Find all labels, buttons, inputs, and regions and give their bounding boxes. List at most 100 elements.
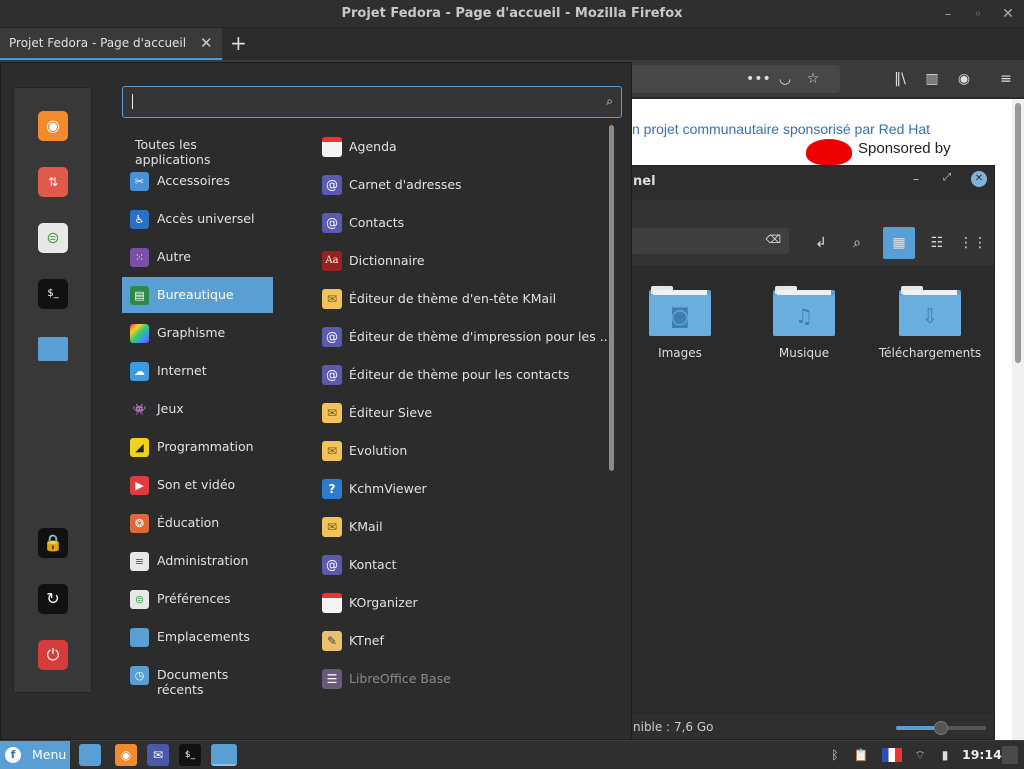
app-editeur-sieve[interactable]: ✉ Éditeur Sieve	[314, 395, 594, 431]
library-icon[interactable]: ‖\	[891, 70, 909, 88]
category-label: Documents récents	[157, 667, 229, 697]
clock[interactable]: 19:14	[962, 747, 1002, 762]
category-graphisme[interactable]: Graphisme	[122, 315, 273, 351]
wifi-icon[interactable]: ⌔	[911, 746, 929, 764]
app-carnet-adresses[interactable]: @ Carnet d'adresses	[314, 167, 594, 203]
office-icon: ▤	[130, 286, 149, 305]
settings-toggle-icon[interactable]: ⊜	[38, 223, 68, 253]
fm-close-icon[interactable]: ✕	[971, 171, 987, 187]
category-bureautique[interactable]: ▤ Bureautique	[122, 277, 273, 313]
fm-search-input[interactable]: ⌫	[631, 228, 789, 254]
files-icon[interactable]	[211, 744, 237, 766]
clear-search-icon[interactable]: ⌫	[765, 233, 781, 246]
category-programmation[interactable]: ◢ Programmation	[122, 429, 273, 465]
window-title: Projet Fedora - Page d'accueil - Mozilla…	[341, 6, 683, 21]
app-ktnef[interactable]: ✎ KTnef	[314, 623, 594, 659]
url-bar[interactable]: ••• ◡ ☆	[630, 65, 840, 93]
folder-downloads-icon: ⇩	[899, 286, 961, 338]
category-son-video[interactable]: ▶ Son et vidéo	[122, 467, 273, 503]
fm-minimize-icon[interactable]: –	[913, 172, 919, 186]
mail-icon: ✉	[322, 517, 342, 537]
menu-button[interactable]: f Menu	[0, 741, 70, 769]
redhat-logo	[806, 139, 852, 165]
maximize-icon[interactable]: ◦	[968, 4, 988, 24]
clipboard-icon[interactable]: 📋	[852, 746, 870, 764]
app-agenda[interactable]: Agenda	[314, 129, 594, 165]
files-icon[interactable]	[79, 744, 101, 766]
bluetooth-icon[interactable]: ᛒ	[826, 746, 844, 764]
folder-downloads[interactable]: ⇩ Téléchargements	[869, 286, 991, 360]
category-all[interactable]: Toutes les applications	[122, 127, 273, 167]
lock-icon[interactable]: 🔒	[38, 528, 68, 558]
app-evolution[interactable]: ✉ Evolution	[314, 433, 594, 469]
pocket-icon[interactable]: ◡	[776, 70, 794, 88]
fm-maximize-icon[interactable]: ⤢	[943, 172, 951, 183]
location-toggle-icon[interactable]: ↲	[805, 227, 837, 259]
category-accessoires[interactable]: ✂ Accessoires	[122, 163, 273, 199]
app-kchmviewer[interactable]: ? KchmViewer	[314, 471, 594, 507]
file-manager-title: nel	[633, 174, 656, 189]
app-kmail[interactable]: ✉ KMail	[314, 509, 594, 545]
power-icon[interactable]: ⏻	[38, 640, 68, 670]
close-icon[interactable]: ✕	[998, 4, 1018, 24]
fedora-sponsor-link[interactable]: n projet communautaire sponsorisé par Re…	[632, 121, 930, 137]
bookmark-star-icon[interactable]: ☆	[804, 70, 822, 88]
category-internet[interactable]: ☁ Internet	[122, 353, 273, 389]
category-education[interactable]: ❂ Éducation	[122, 505, 273, 541]
app-libreoffice-base[interactable]: ☰ LibreOffice Base	[314, 661, 594, 697]
page-actions-icon[interactable]: •••	[746, 70, 771, 88]
folder-music[interactable]: ♫ Musique	[744, 286, 864, 360]
category-acces-universel[interactable]: ♿ Accès universel	[122, 201, 273, 237]
category-documents-recents[interactable]: ◷ Documents récents	[122, 657, 273, 697]
app-korganizer[interactable]: KOrganizer	[314, 585, 594, 621]
search-icon[interactable]: ⌕	[841, 227, 873, 259]
category-preferences[interactable]: ⊜ Préférences	[122, 581, 273, 617]
app-contacts[interactable]: @ Contacts	[314, 205, 594, 241]
app-dictionnaire[interactable]: Aa Dictionnaire	[314, 243, 594, 279]
app-label: Éditeur Sieve	[349, 405, 433, 420]
terminal-icon[interactable]: $_	[38, 279, 68, 309]
category-jeux[interactable]: 👾 Jeux	[122, 391, 273, 427]
software-update-icon[interactable]: ⇅	[38, 167, 68, 197]
zoom-slider[interactable]	[896, 721, 986, 735]
list-view-icon[interactable]: ☷	[921, 227, 953, 259]
web-scrollbar[interactable]	[1012, 99, 1024, 740]
menu-scrollbar[interactable]	[609, 125, 614, 471]
folder-images[interactable]: ◙ Images	[620, 286, 740, 360]
menu-search-input[interactable]: ⌕	[122, 86, 622, 118]
database-icon: ☰	[322, 669, 342, 689]
mail-icon: ✉	[322, 441, 342, 461]
category-emplacements[interactable]: Emplacements	[122, 619, 273, 655]
category-label: Son et vidéo	[157, 477, 236, 492]
app-editeur-theme-impression[interactable]: @ Éditeur de thème d'impression pour les …	[314, 319, 612, 355]
firefox-icon[interactable]: ◉	[115, 744, 137, 766]
application-menu: ◉ ⇅ ⊜ $_ 🔒 ↻ ⏻ ⌕ Toutes les applications…	[0, 62, 632, 740]
category-autre[interactable]: ⁙ Autre	[122, 239, 273, 275]
browser-tab[interactable]: Projet Fedora - Page d'accueil ✕	[0, 28, 222, 60]
app-editeur-theme-contacts[interactable]: @ Éditeur de thème pour les contacts	[314, 357, 594, 393]
new-tab-button[interactable]: +	[230, 31, 247, 55]
icon-view-icon[interactable]: ▦	[883, 227, 915, 259]
tab-close-icon[interactable]: ✕	[200, 34, 213, 52]
compact-view-icon[interactable]: ⋮⋮	[957, 227, 989, 259]
category-administration[interactable]: ≡ Administration	[122, 543, 273, 579]
minimize-icon[interactable]: –	[938, 4, 958, 24]
hamburger-menu-icon[interactable]: ≡	[997, 70, 1015, 88]
tab-title: Projet Fedora - Page d'accueil	[9, 36, 187, 50]
terminal-icon[interactable]: $_	[179, 744, 201, 766]
text-caret	[132, 94, 133, 109]
mail-icon[interactable]: ✉	[147, 744, 169, 766]
battery-icon[interactable]: ▮	[936, 746, 954, 764]
account-icon[interactable]: ◉	[955, 70, 973, 88]
firefox-icon[interactable]: ◉	[38, 111, 68, 141]
help-icon: ?	[322, 479, 342, 499]
keyboard-layout-fr-icon[interactable]	[882, 748, 902, 762]
files-icon[interactable]	[38, 337, 68, 361]
logout-icon[interactable]: ↻	[38, 584, 68, 614]
bottom-panel: f Menu ◉ ✉ $_ ᛒ 📋 ⌔ ▮ 19:14	[0, 740, 1024, 769]
app-editeur-theme-entete-kmail[interactable]: ✉ Éditeur de thème d'en-tête KMail	[314, 281, 594, 317]
sidebar-icon[interactable]: ▥	[923, 70, 941, 88]
show-desktop-icon[interactable]	[1002, 746, 1018, 764]
app-kontact[interactable]: @ Kontact	[314, 547, 594, 583]
invader-icon: 👾	[130, 400, 149, 419]
